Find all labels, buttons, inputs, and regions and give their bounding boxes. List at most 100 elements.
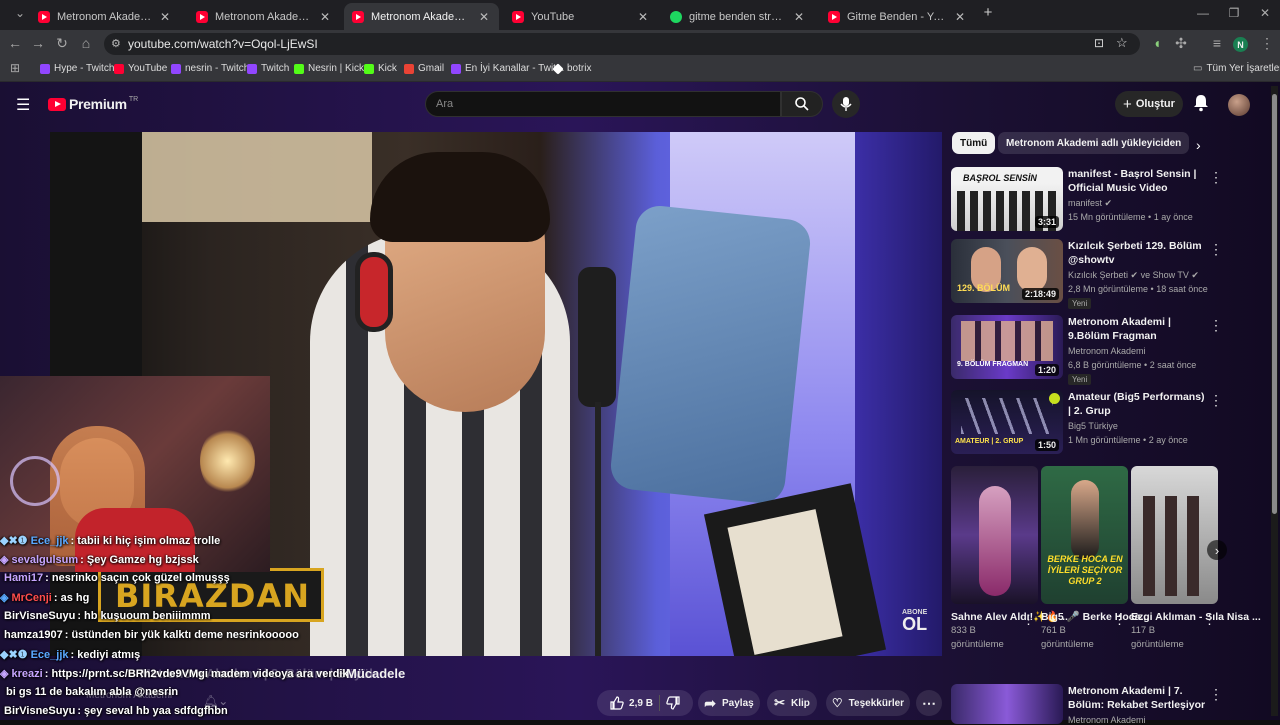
close-icon[interactable]: ✕ <box>318 10 332 24</box>
search-button[interactable] <box>781 91 823 117</box>
bookmark-gmail[interactable]: Gmail <box>404 63 444 74</box>
bookmarks-bar: ⊞ Hype - Twitch YouTube nesrin - Twitch … <box>0 58 1280 82</box>
chat-text: : as hg <box>53 592 90 604</box>
video-thumbnail[interactable]: AMATEUR | 2. GRUP 1:50 <box>951 390 1063 454</box>
close-icon[interactable]: ✕ <box>477 10 491 24</box>
more-menu-icon[interactable]: ⋮ <box>1258 35 1276 52</box>
maximize-icon[interactable]: ❐ <box>1224 6 1244 20</box>
close-window-icon[interactable]: ✕ <box>1255 6 1275 20</box>
thumbnail-dancer <box>979 486 1011 596</box>
tab-spotify-playlist[interactable]: gitme benden stream - playlist ✕ <box>662 3 814 30</box>
bookmark-kick[interactable]: Kick <box>364 63 397 74</box>
close-icon[interactable]: ✕ <box>158 10 172 24</box>
notifications-bell-icon[interactable] <box>1193 94 1209 117</box>
close-icon[interactable]: ✕ <box>953 10 967 24</box>
short-thumbnail[interactable] <box>1131 466 1218 604</box>
bookmark-youtube[interactable]: YouTube <box>114 63 167 74</box>
search-input[interactable]: Ara <box>425 91 781 117</box>
page-scrollbar[interactable] <box>1271 86 1278 716</box>
back-icon[interactable]: ← <box>6 35 24 51</box>
like-button[interactable]: 2,9 B <box>610 696 653 710</box>
bookmark-en-iyi-kanallar[interactable]: En İyi Kanallar - Twit... <box>451 63 564 74</box>
media-controls-icon[interactable]: ≡ <box>1208 35 1226 51</box>
thumbnail-person <box>1071 480 1099 560</box>
close-icon[interactable]: ✕ <box>792 10 806 24</box>
thumbs-down-icon[interactable] <box>666 696 680 710</box>
short-views-suffix: görüntüleme <box>1041 639 1094 650</box>
thanks-button[interactable]: ♡ Teşekkürler <box>826 690 910 716</box>
more-options-icon[interactable]: ⋮ <box>1209 392 1223 409</box>
extensions-icon[interactable]: ✣ <box>1172 35 1190 52</box>
tab-youtube[interactable]: YouTube ✕ <box>504 3 658 30</box>
tab-label: YouTube <box>531 10 575 23</box>
install-app-icon[interactable]: ⊡ <box>1094 36 1104 50</box>
subscription-bell-icon[interactable]: 🔔︎⌄ <box>203 694 228 708</box>
recommended-video[interactable]: Metronom Akademi | 7. Bölüm: Rekabet Ser… <box>951 684 1241 725</box>
subscribe-watermark[interactable]: ABONE OL <box>902 609 927 633</box>
scrollbar-thumb[interactable] <box>1272 94 1277 514</box>
share-button[interactable]: ➦ Paylaş <box>698 690 760 716</box>
clip-button[interactable]: ✂ Klip <box>767 690 817 716</box>
tab-label: Metronom Akademi - YouTube <box>57 10 154 23</box>
video-thumbnail[interactable] <box>951 684 1063 724</box>
home-icon[interactable]: ⌂ <box>77 35 95 51</box>
more-options-icon[interactable]: ⋮ <box>1022 612 1035 628</box>
chip-all[interactable]: Tümü <box>952 132 996 154</box>
chip-from-uploader[interactable]: Metronom Akademi adlı yükleyiciden <box>998 132 1190 154</box>
profile-avatar[interactable]: N <box>1233 37 1248 52</box>
more-options-icon[interactable]: ⋮ <box>1209 169 1223 186</box>
youtube-icon <box>512 10 524 23</box>
video-duration: 1:50 <box>1034 439 1059 451</box>
thumbnail-dancers <box>961 398 1053 434</box>
recommended-video[interactable]: 9. BÖLÜM FRAGMAN 1:20 Metronom Akademi |… <box>951 315 1241 385</box>
headset-graphic <box>10 456 60 506</box>
forward-icon[interactable]: → <box>29 35 47 51</box>
bookmark-botrix[interactable]: botrix <box>552 62 591 75</box>
tab-gitme-benden[interactable]: Gitme Benden - YouTube ✕ <box>820 3 975 30</box>
more-options-icon[interactable]: ⋮ <box>1203 612 1216 628</box>
media-volume-icon[interactable]: ◖ <box>1148 35 1166 51</box>
short-thumbnail[interactable]: BERKE HOCA EN İYİLERİ SEÇİYOR GRUP 2 <box>1041 466 1128 604</box>
video-thumbnail[interactable]: 9. BÖLÜM FRAGMAN 1:20 <box>951 315 1063 379</box>
all-bookmarks-folder[interactable]: ▭ Tüm Yer İşaretleri <box>1193 63 1280 74</box>
bookmark-star-icon[interactable]: ☆ <box>1116 35 1128 51</box>
bookmark-nesrin-twitch[interactable]: nesrin - Twitch <box>171 63 249 74</box>
short-thumbnail[interactable] <box>951 466 1038 604</box>
video-thumbnail[interactable]: 129. BÖLÜM 2:18:49 <box>951 239 1063 303</box>
shorts-next-chevron-icon[interactable]: › <box>1207 540 1227 560</box>
recommended-video[interactable]: BAŞROL SENSİN 3:31 manifest - Başrol Sen… <box>951 167 1241 237</box>
chat-username: Hami17 <box>4 572 44 584</box>
more-options-icon[interactable]: ⋮ <box>1209 686 1223 703</box>
more-options-icon[interactable]: ⋮ <box>1209 317 1223 334</box>
apps-grid-icon[interactable]: ⊞ <box>6 61 24 75</box>
chat-text: : hb kuşuoum beniiimmm <box>77 610 211 622</box>
new-tab-button[interactable]: + <box>978 4 998 21</box>
pop-filter <box>608 203 813 506</box>
youtube-premium-logo[interactable]: Premium TR <box>48 96 138 112</box>
more-options-icon[interactable]: ⋮ <box>1209 241 1223 258</box>
create-button[interactable]: + Oluştur <box>1115 91 1183 117</box>
more-options-icon[interactable]: ⋮ <box>1113 612 1126 628</box>
tab-metronom-performans[interactable]: Metronom Akademi | Performans ✕ <box>188 3 340 30</box>
voice-search-button[interactable] <box>832 90 860 118</box>
reload-icon[interactable]: ↻ <box>53 35 71 52</box>
recommended-video[interactable]: 129. BÖLÜM 2:18:49 Kızılcık Şerbeti 129.… <box>951 239 1241 309</box>
minimize-icon[interactable]: — <box>1193 6 1213 20</box>
chevron-right-icon[interactable]: › <box>1196 137 1201 153</box>
address-bar[interactable]: ⚙ youtube.com/watch?v=Oqol-LjEwSI ⊡ ☆ <box>104 33 1140 55</box>
recommended-video[interactable]: AMATEUR | 2. GRUP 1:50 Amateur (Big5 Per… <box>951 390 1241 460</box>
site-info-icon[interactable]: ⚙ <box>111 37 121 50</box>
more-actions-icon[interactable]: ⋯ <box>916 690 942 716</box>
tab-metronom-bolum8[interactable]: Metronom Akademi | 8. Bölüm ✕ <box>344 3 499 30</box>
bookmark-hype-twitch[interactable]: Hype - Twitch <box>40 63 114 74</box>
close-icon[interactable]: ✕ <box>636 10 650 24</box>
botrix-icon <box>552 62 564 75</box>
hamburger-menu-icon[interactable]: ☰ <box>16 95 30 115</box>
tab-metronom-channel[interactable]: Metronom Akademi - YouTube ✕ <box>30 3 180 30</box>
bookmark-nesrin-kick[interactable]: Nesrin | Kick <box>294 63 364 74</box>
bookmark-twitch[interactable]: Twitch <box>247 63 289 74</box>
tab-search-icon[interactable]: ⌄ <box>10 6 30 20</box>
video-thumbnail[interactable]: BAŞROL SENSİN 3:31 <box>951 167 1063 231</box>
twitch-icon <box>40 63 50 74</box>
account-avatar[interactable] <box>1228 94 1250 116</box>
